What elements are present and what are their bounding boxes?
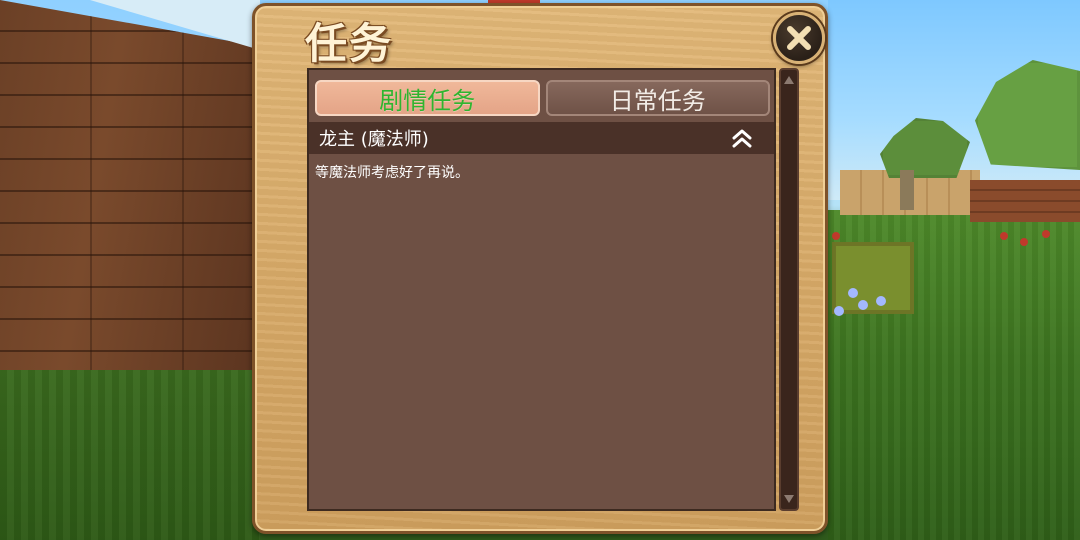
tab-story-quests[interactable]: 剧情任务 <box>315 80 540 116</box>
quest-name: 龙主 (魔法师) <box>319 129 429 150</box>
wooden-house <box>970 180 1080 222</box>
scroll-up-arrow-icon[interactable] <box>784 76 794 84</box>
berry <box>1000 232 1008 240</box>
bush-block <box>832 242 914 314</box>
quest-content-area: 剧情任务 日常任务 龙主 (魔法师) 等魔法师考虑好了再说。 <box>307 68 776 511</box>
berry <box>1020 238 1028 246</box>
chevron-up-double-icon[interactable] <box>730 127 754 149</box>
flower <box>848 288 858 298</box>
wooden-wall <box>0 0 252 385</box>
berry <box>1042 230 1050 238</box>
flower <box>834 306 844 316</box>
scroll-down-arrow-icon[interactable] <box>784 495 794 503</box>
close-icon <box>784 23 814 53</box>
quest-header[interactable]: 龙主 (魔法师) <box>309 122 774 154</box>
quest-description: 等魔法师考虑好了再说。 <box>315 165 469 181</box>
panel-title: 任务 <box>305 19 394 68</box>
grass-ground-left <box>0 370 260 540</box>
berry <box>832 232 840 240</box>
flower <box>876 296 886 306</box>
scrollbar[interactable] <box>779 68 799 511</box>
tab-bar: 剧情任务 日常任务 <box>315 80 770 116</box>
flower <box>858 300 868 310</box>
game-scene: 任务 剧情任务 日常任务 龙主 (魔法师) 等魔法师考虑好了再说。 <box>0 0 1080 540</box>
tree-trunk <box>900 170 914 210</box>
tab-daily-quests[interactable]: 日常任务 <box>545 80 770 116</box>
quest-panel: 任务 剧情任务 日常任务 龙主 (魔法师) 等魔法师考虑好了再说。 <box>252 3 828 534</box>
close-button[interactable] <box>773 12 825 64</box>
